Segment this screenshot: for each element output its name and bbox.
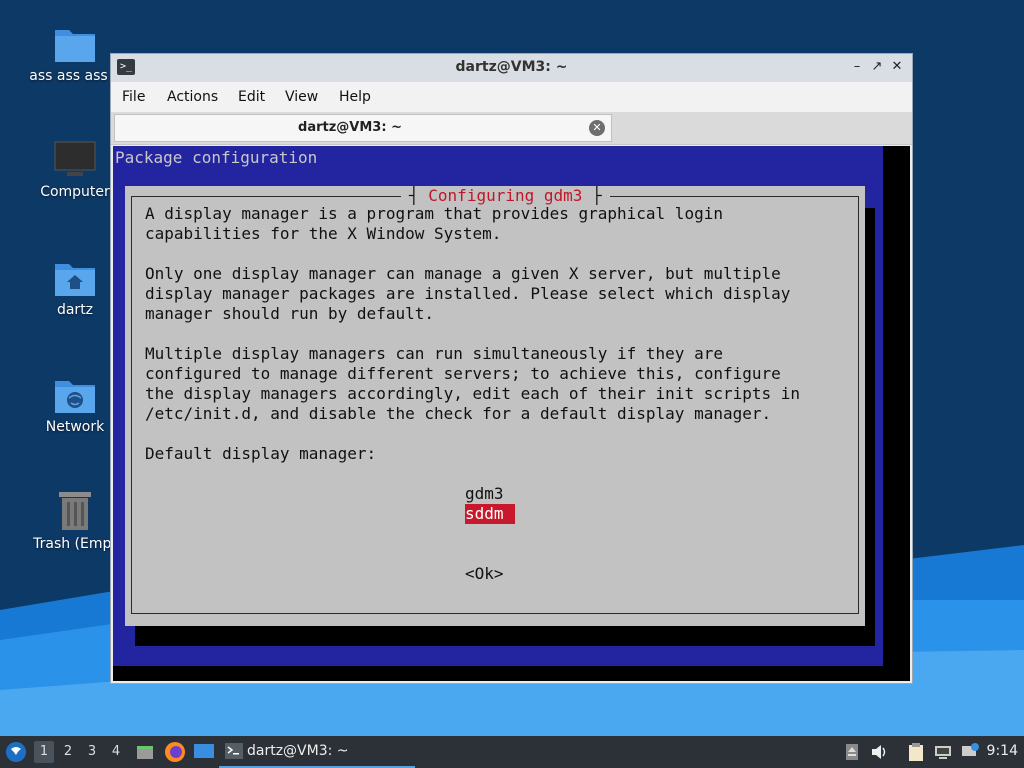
network-status-icon[interactable] bbox=[933, 742, 953, 762]
dialog-text-line: configured to manage different servers; … bbox=[145, 364, 781, 383]
menu-edit[interactable]: Edit bbox=[238, 89, 265, 105]
debconf-background: Package configuration ┤ Configuring gdm3… bbox=[113, 146, 883, 666]
menubar: File Actions Edit View Help bbox=[111, 82, 912, 112]
terminal-content[interactable]: Package configuration ┤ Configuring gdm3… bbox=[113, 146, 910, 681]
workspace-1[interactable]: 1 bbox=[34, 741, 54, 763]
computer-icon bbox=[54, 141, 96, 176]
terminal-window: >_ dartz@VM3: ~ – ↗ ✕ File Actions Edit … bbox=[110, 53, 913, 684]
dialog-text-line: display manager packages are installed. … bbox=[145, 284, 791, 303]
debconf-dialog: ┤ Configuring gdm3 ├ A display manager i… bbox=[125, 186, 865, 626]
dialog-text-line: the display managers accordingly, edit e… bbox=[145, 384, 801, 403]
close-button[interactable]: ✕ bbox=[888, 58, 906, 76]
home-folder-icon bbox=[55, 264, 95, 296]
workspace-3[interactable]: 3 bbox=[82, 744, 102, 759]
show-desktop-icon[interactable] bbox=[193, 743, 215, 761]
dialog-title-text: Configuring gdm3 bbox=[428, 186, 583, 205]
option-sddm-selected[interactable]: sddm bbox=[465, 504, 515, 524]
option-gdm3[interactable]: gdm3 bbox=[465, 484, 504, 504]
workspace-2[interactable]: 2 bbox=[58, 744, 78, 759]
clipboard-icon[interactable] bbox=[906, 742, 926, 762]
dialog-text-line: manager should run by default. bbox=[145, 304, 434, 323]
firefox-icon[interactable] bbox=[164, 741, 186, 763]
trash-icon bbox=[59, 492, 91, 530]
folder-icon bbox=[55, 30, 95, 62]
dialog-title: ┤ Configuring gdm3 ├ bbox=[401, 186, 610, 206]
update-notifier-icon[interactable] bbox=[960, 742, 980, 762]
dialog-text-line: Multiple display managers can run simult… bbox=[145, 344, 723, 363]
eject-icon[interactable] bbox=[845, 743, 859, 761]
dialog-text-line: /etc/init.d, and disable the check for a… bbox=[145, 404, 772, 423]
tab-bar: dartz@VM3: ~ ✕ bbox=[111, 112, 912, 145]
file-manager-icon[interactable] bbox=[135, 742, 155, 762]
menu-view[interactable]: View bbox=[285, 89, 318, 105]
window-titlebar[interactable]: >_ dartz@VM3: ~ – ↗ ✕ bbox=[111, 54, 912, 82]
start-menu-icon[interactable] bbox=[5, 741, 27, 763]
minimize-button[interactable]: – bbox=[848, 58, 866, 76]
menu-actions[interactable]: Actions bbox=[167, 89, 218, 105]
window-title: dartz@VM3: ~ bbox=[455, 59, 568, 75]
volume-icon[interactable] bbox=[870, 743, 890, 761]
dialog-text-line: A display manager is a program that prov… bbox=[145, 204, 723, 223]
taskbar: 1 2 3 4 dartz@VM3: ~ 9:14 bbox=[0, 736, 1024, 768]
package-configuration-header: Package configuration bbox=[115, 148, 318, 167]
tab-label: dartz@VM3: ~ bbox=[298, 120, 402, 135]
ok-button[interactable]: <Ok> bbox=[465, 564, 504, 584]
dialog-prompt: Default display manager: bbox=[145, 444, 377, 463]
dialog-text-line: capabilities for the X Window System. bbox=[145, 224, 502, 243]
terminal-tab[interactable]: dartz@VM3: ~ ✕ bbox=[114, 114, 612, 142]
menu-help[interactable]: Help bbox=[339, 89, 371, 105]
clock[interactable]: 9:14 bbox=[987, 743, 1018, 759]
tab-close-icon[interactable]: ✕ bbox=[589, 120, 605, 136]
network-folder-icon bbox=[55, 381, 95, 413]
workspace-4[interactable]: 4 bbox=[106, 744, 126, 759]
menu-file[interactable]: File bbox=[122, 89, 145, 105]
taskbar-item-label: dartz@VM3: ~ bbox=[247, 743, 349, 759]
maximize-button[interactable]: ↗ bbox=[868, 58, 886, 76]
taskbar-item-terminal[interactable]: dartz@VM3: ~ bbox=[219, 736, 415, 768]
terminal-icon bbox=[225, 743, 243, 759]
dialog-text-line: Only one display manager can manage a gi… bbox=[145, 264, 781, 283]
